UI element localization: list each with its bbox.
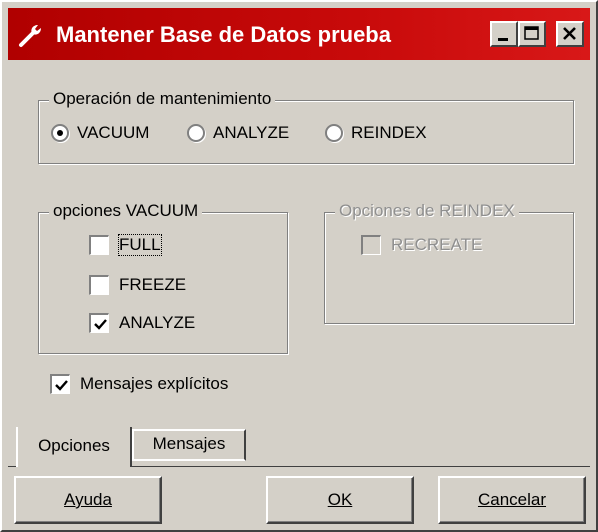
radio-button-icon	[187, 124, 205, 142]
checkbox-icon	[89, 313, 109, 333]
tab-opciones[interactable]: Opciones	[16, 427, 132, 467]
ok-button-label: OK	[327, 490, 353, 509]
radio-reindex-label: REINDEX	[351, 123, 427, 142]
checkbox-full-label: FULL	[118, 234, 162, 256]
radio-analyze-label: ANALYZE	[213, 123, 290, 142]
vacuum-options-group: opciones VACUUM FULL FREEZE ANALYZE	[38, 201, 288, 354]
close-button[interactable]	[556, 21, 584, 47]
checkmark-icon	[94, 319, 107, 330]
radio-button-icon	[325, 124, 343, 142]
wrench-icon	[18, 22, 44, 48]
reindex-options-legend: Opciones de REINDEX	[335, 201, 519, 221]
radio-reindex[interactable]: REINDEX	[325, 123, 427, 143]
maximize-button[interactable]	[518, 21, 546, 47]
checkbox-icon	[361, 235, 381, 255]
title-bar[interactable]: Mantener Base de Datos prueba	[8, 8, 590, 60]
checkbox-verbose[interactable]: Mensajes explícitos	[50, 374, 228, 394]
cancel-button[interactable]: Cancelar	[438, 476, 586, 524]
cancel-button-label: Cancelar	[477, 490, 547, 509]
operation-group-legend: Operación de mantenimiento	[49, 89, 276, 109]
tab-opciones-label: Opciones	[38, 436, 110, 455]
checkbox-freeze-label: FREEZE	[119, 275, 187, 294]
vacuum-options-legend: opciones VACUUM	[49, 201, 203, 221]
checkbox-recreate-label: RECREATE	[391, 235, 483, 254]
checkbox-analyze[interactable]: ANALYZE	[89, 313, 195, 333]
checkbox-icon	[89, 275, 109, 295]
checkbox-icon	[50, 374, 70, 394]
help-button-label: Ayuda	[64, 490, 112, 509]
radio-analyze[interactable]: ANALYZE	[187, 123, 289, 143]
checkbox-full[interactable]: FULL	[89, 234, 162, 256]
tab-mensajes[interactable]: Mensajes	[132, 429, 246, 461]
reindex-options-group: Opciones de REINDEX RECREATE	[324, 201, 574, 324]
checkbox-recreate: RECREATE	[361, 235, 482, 255]
window-title: Mantener Base de Datos prueba	[56, 22, 391, 47]
radio-vacuum[interactable]: VACUUM	[51, 123, 149, 143]
checkbox-freeze[interactable]: FREEZE	[89, 275, 186, 295]
maintenance-dialog: Mantener Base de Datos prueba Operación …	[0, 0, 598, 532]
minimize-button[interactable]	[490, 21, 518, 47]
radio-selected-dot	[57, 130, 63, 136]
radio-vacuum-label: VACUUM	[77, 123, 150, 142]
tab-mensajes-label: Mensajes	[152, 434, 226, 453]
help-button[interactable]: Ayuda	[14, 476, 162, 524]
checkbox-verbose-label: Mensajes explícitos	[80, 374, 229, 393]
checkmark-icon	[55, 380, 68, 391]
checkbox-analyze-label: ANALYZE	[119, 313, 196, 332]
operation-group: Operación de mantenimiento VACUUM ANALYZ…	[38, 89, 574, 164]
ok-button[interactable]: OK	[266, 476, 414, 524]
radio-button-icon	[51, 124, 69, 142]
checkbox-icon	[89, 235, 109, 255]
